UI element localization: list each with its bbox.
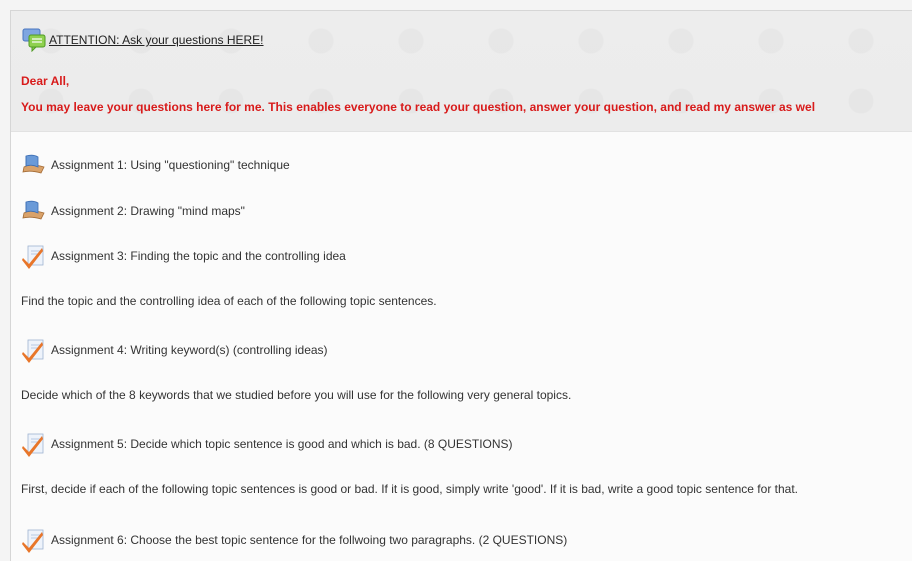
announcement-greeting: Dear All, — [21, 74, 70, 88]
forum-chat-icon — [21, 28, 47, 53]
book-icon — [21, 199, 47, 223]
assignment-1-label[interactable]: Assignment 1: Using "questioning" techni… — [51, 158, 290, 172]
quiz-check-icon — [21, 338, 47, 363]
quiz-check-icon — [21, 528, 47, 553]
course-section: ATTENTION: Ask your questions HERE! Dear… — [10, 10, 912, 561]
assignment-4-label[interactable]: Assignment 4: Writing keyword(s) (contro… — [51, 343, 328, 357]
assignment-4-link[interactable]: Assignment 4: Writing keyword(s) (contro… — [21, 338, 328, 363]
assignment-6-link[interactable]: Assignment 6: Choose the best topic sent… — [21, 528, 567, 553]
announcement-message: You may leave your questions here for me… — [21, 100, 816, 114]
quiz-check-icon — [21, 244, 47, 269]
assignment-5-label[interactable]: Assignment 5: Decide which topic sentenc… — [51, 437, 513, 451]
assignment-3-description: Find the topic and the controlling idea … — [21, 294, 437, 308]
assignment-5-description: First, decide if each of the following t… — [21, 482, 798, 496]
forum-link-label[interactable]: ATTENTION: Ask your questions HERE! — [49, 33, 264, 47]
assignment-2-link[interactable]: Assignment 2: Drawing "mind maps" — [21, 199, 245, 223]
book-icon — [21, 153, 47, 177]
assignment-2-label[interactable]: Assignment 2: Drawing "mind maps" — [51, 204, 245, 218]
assignment-3-link[interactable]: Assignment 3: Finding the topic and the … — [21, 244, 346, 269]
assignment-6-label[interactable]: Assignment 6: Choose the best topic sent… — [51, 533, 567, 547]
assignment-1-link[interactable]: Assignment 1: Using "questioning" techni… — [21, 153, 290, 177]
assignment-5-link[interactable]: Assignment 5: Decide which topic sentenc… — [21, 432, 513, 457]
assignment-3-label[interactable]: Assignment 3: Finding the topic and the … — [51, 249, 346, 263]
quiz-check-icon — [21, 432, 47, 457]
forum-link[interactable]: ATTENTION: Ask your questions HERE! — [21, 28, 264, 53]
assignment-4-description: Decide which of the 8 keywords that we s… — [21, 388, 572, 402]
